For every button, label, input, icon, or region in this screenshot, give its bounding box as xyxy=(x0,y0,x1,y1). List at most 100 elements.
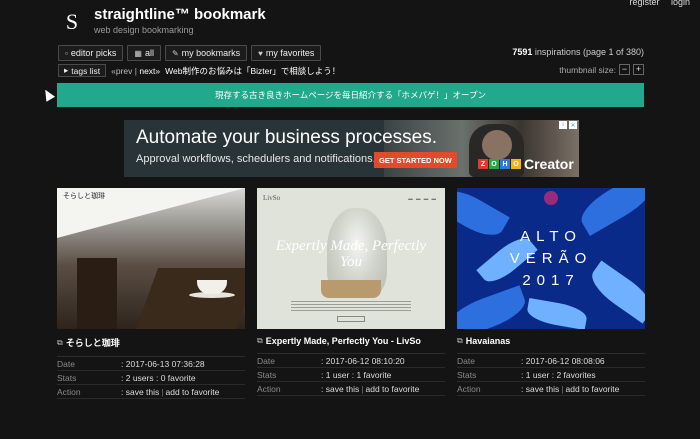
date-row: Date : 2017-06-13 07:36:28 xyxy=(57,357,245,371)
thumb-leaf xyxy=(457,285,530,329)
my-favorites-label: my favorites xyxy=(265,48,315,58)
site-logo[interactable]: S xyxy=(57,6,87,38)
login-link[interactable]: login xyxy=(671,0,690,7)
thumb-headline: Expertly Made, Perfectly You xyxy=(275,238,427,270)
editor-picks-button[interactable]: ▫ editor picks xyxy=(58,45,124,61)
thumb-button xyxy=(337,316,365,322)
prev-link[interactable]: «prev xyxy=(111,66,132,76)
tags-list-label: tags list xyxy=(71,65,101,76)
my-bookmarks-label: my bookmarks xyxy=(181,48,241,58)
date-value: 2017-06-12 08:10:20 xyxy=(325,355,405,366)
card-title[interactable]: ⧉ Expertly Made, Perfectly You - LivSo xyxy=(257,336,445,346)
thumb-leaf xyxy=(525,297,589,329)
thumbnail-larger-button[interactable]: + xyxy=(633,64,644,75)
bookmark-card: ALTO VERÃO 2017 ⧉ Havaianas Date : 2017-… xyxy=(457,188,645,396)
promo-message[interactable]: Web制作のお悩みは「Bizter」で相談しよう！ xyxy=(165,65,340,77)
action-label: Action xyxy=(457,383,481,394)
havaianas-logo xyxy=(544,191,558,205)
ad-headline: Automate your business processes. xyxy=(136,127,437,148)
thumb-line3: 2017 xyxy=(522,272,580,289)
stats-label: Stats xyxy=(57,372,77,383)
thumb-brand: LivSo xyxy=(263,194,281,202)
rss-icon: ▫ xyxy=(65,48,68,58)
stats-label: Stats xyxy=(257,369,277,380)
date-label: Date xyxy=(257,355,275,366)
thumb-leaf xyxy=(585,260,645,324)
ad-product: Creator xyxy=(524,156,574,172)
zoho-letter-z: Z xyxy=(478,159,488,169)
card-title-text: Havaianas xyxy=(465,336,511,346)
pencil-icon: ✎ xyxy=(171,48,179,58)
thumb-line1: ALTO xyxy=(520,228,582,245)
next-link[interactable]: next» xyxy=(139,66,160,76)
announcement-banner[interactable]: 現存する古き良きホームページを毎日紹介する「ホメパゲ！」オープン xyxy=(57,83,644,107)
tag-icon: ▸ xyxy=(64,65,69,75)
ad-brand: Z O H O Creator xyxy=(478,156,574,172)
register-link[interactable]: register xyxy=(629,0,659,7)
card-thumbnail[interactable]: そらしと珈琲 xyxy=(57,188,245,329)
save-this-link[interactable]: save this xyxy=(526,384,560,394)
save-this-link[interactable]: save this xyxy=(326,384,360,394)
action-row: Action : save this | add to favorite xyxy=(57,385,245,399)
add-to-favorite-link[interactable]: add to favorite xyxy=(166,387,220,397)
thumb-table xyxy=(135,268,245,329)
card-title[interactable]: ⧉ Havaianas xyxy=(457,336,645,346)
ad-choices[interactable]: i ✕ xyxy=(559,121,577,129)
card-meta: Date : 2017-06-13 07:36:28 Stats : 2 use… xyxy=(57,356,245,399)
card-thumbnail[interactable]: LivSo ▬ ▬ ▬ ▬ Expertly Made, Perfectly Y… xyxy=(257,188,445,329)
thumbnail-size-control: thumbnail size: − + xyxy=(559,64,644,75)
inspirations-count: 7591 inspirations (page 1 of 380) xyxy=(512,47,644,57)
site-title[interactable]: straightline™ bookmark xyxy=(94,6,266,23)
tags-list-button[interactable]: ▸ tags list xyxy=(58,64,107,77)
tags-row: ▸ tags list «prev | next» Web制作のお悩みは「Biz… xyxy=(58,64,340,77)
thumb-line2: VERÃO xyxy=(509,250,593,267)
logo-letter: S xyxy=(65,9,79,34)
thumb-chair xyxy=(77,258,117,329)
all-label: all xyxy=(144,48,154,58)
my-favorites-button[interactable]: ♥ my favorites xyxy=(251,45,322,61)
bookmark-card: LivSo ▬ ▬ ▬ ▬ Expertly Made, Perfectly Y… xyxy=(257,188,445,396)
zoho-logo: Z O H O xyxy=(478,159,521,169)
stats-value: 2 users : 0 favorite xyxy=(125,372,196,383)
inspirations-number: 7591 xyxy=(512,47,533,57)
add-to-favorite-link[interactable]: add to favorite xyxy=(566,384,620,394)
auth-links: register login xyxy=(620,0,690,7)
ad-info-icon[interactable]: i xyxy=(559,121,567,129)
thumbnail-size-label: thumbnail size: xyxy=(559,64,616,75)
link-icon: ⧉ xyxy=(257,336,263,345)
action-label: Action xyxy=(257,383,281,394)
ad-cta-button[interactable]: GET STARTED NOW xyxy=(374,152,457,168)
stats-row: Stats : 1 user : 1 favorite xyxy=(257,368,445,382)
card-thumbnail[interactable]: ALTO VERÃO 2017 xyxy=(457,188,645,329)
advertisement[interactable]: Automate your business processes. Approv… xyxy=(124,120,579,177)
heart-icon: ♥ xyxy=(258,48,263,58)
stats-value: 1 user : 1 favorite xyxy=(325,369,392,380)
editor-picks-label: editor picks xyxy=(70,48,117,58)
action-label: Action xyxy=(57,386,81,397)
card-title-text: Expertly Made, Perfectly You - LivSo xyxy=(265,336,421,346)
save-this-link[interactable]: save this xyxy=(126,387,160,397)
thumb-paragraph xyxy=(291,301,411,311)
inspirations-text: inspirations (page 1 of 380) xyxy=(534,47,644,57)
bookmark-card: そらしと珈琲 ⧉ そらしと珈琲 Date : 2017-06-13 07:36:… xyxy=(57,188,245,399)
card-title[interactable]: ⧉ そらしと珈琲 xyxy=(57,336,245,349)
zoho-letter-o2: O xyxy=(511,159,521,169)
site-subtitle: web design bookmarking xyxy=(94,25,194,35)
date-label: Date xyxy=(57,358,75,369)
all-button[interactable]: ▦ all xyxy=(127,45,161,61)
announcement-text: 現存する古き良きホームページを毎日紹介する「ホメパゲ！」オープン xyxy=(214,90,487,100)
stats-value: 1 user : 2 favorites xyxy=(525,369,596,380)
card-meta: Date : 2017-06-12 08:08:06 Stats : 1 use… xyxy=(457,353,645,396)
mouse-cursor-icon xyxy=(40,87,56,102)
stats-label: Stats xyxy=(457,369,477,380)
stats-row: Stats : 1 user : 2 favorites xyxy=(457,368,645,382)
thumbnail-smaller-button[interactable]: − xyxy=(619,64,630,75)
card-meta: Date : 2017-06-12 08:10:20 Stats : 1 use… xyxy=(257,353,445,396)
date-row: Date : 2017-06-12 08:10:20 xyxy=(257,354,445,368)
ad-close-icon[interactable]: ✕ xyxy=(569,121,577,129)
link-icon: ⧉ xyxy=(57,337,63,347)
add-to-favorite-link[interactable]: add to favorite xyxy=(366,384,420,394)
my-bookmarks-button[interactable]: ✎ my bookmarks xyxy=(164,45,248,61)
date-value: 2017-06-12 08:08:06 xyxy=(525,355,605,366)
date-label: Date xyxy=(457,355,475,366)
